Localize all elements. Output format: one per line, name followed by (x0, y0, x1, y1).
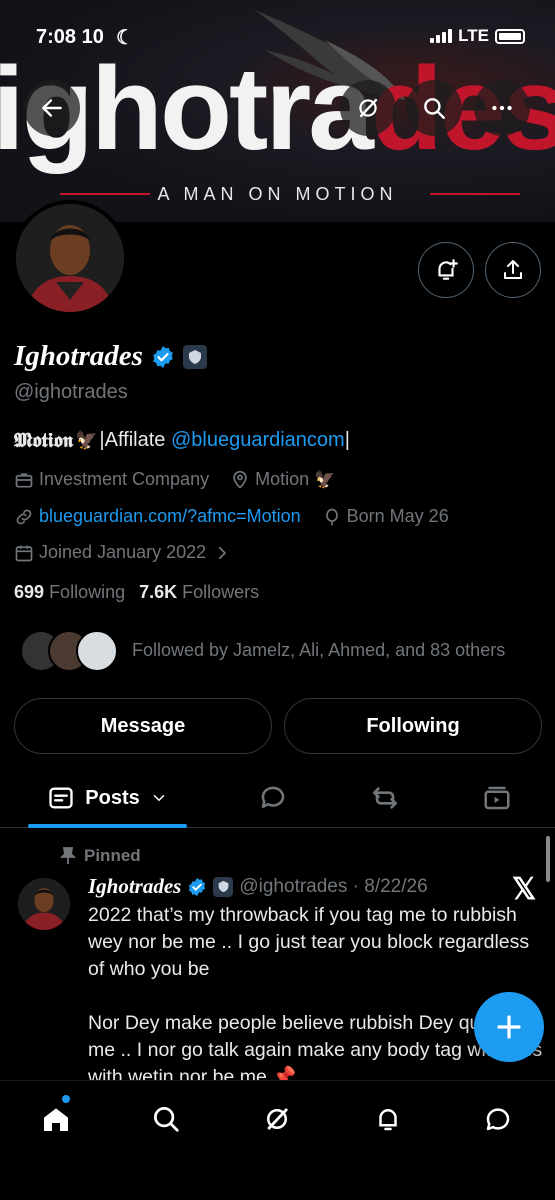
bell-icon (379, 1109, 397, 1131)
arrow-left-icon (42, 99, 62, 117)
status-indicators: LTE (430, 26, 525, 46)
briefcase-icon (15, 472, 33, 487)
home-icon (44, 1108, 68, 1131)
followers-count-link[interactable]: 7.6K Followers (139, 582, 259, 603)
profile-name: Ighotrades (14, 340, 207, 373)
pin-icon (60, 847, 76, 864)
nav-search[interactable] (146, 1099, 186, 1139)
profile-avatar[interactable] (12, 200, 128, 316)
profile-tabs: Posts (0, 770, 555, 828)
tab-replies[interactable] (248, 770, 298, 826)
grok-icon (267, 1108, 289, 1130)
post-author-name[interactable]: Ighotrades (88, 874, 181, 899)
balloon-icon (325, 508, 338, 525)
grok-button[interactable] (340, 80, 396, 136)
pinned-label: Pinned (60, 846, 141, 866)
bio-tail: | (344, 428, 350, 451)
nav-home[interactable] (36, 1099, 76, 1139)
active-tab-indicator (28, 824, 187, 828)
more-icon (492, 105, 512, 111)
media-icon (484, 786, 510, 810)
status-time: 7:08 10 (36, 26, 104, 48)
follow-counts: 699 Following 7.6K Followers (14, 582, 259, 603)
post-header: Ighotrades @ighotrades · 8/22/26 (88, 874, 428, 899)
chevron-down-icon (153, 795, 164, 802)
following-count-link[interactable]: 699 Following (14, 582, 125, 603)
meta-row-1: Investment Company Motion 🦅 (14, 469, 335, 490)
share-button[interactable] (485, 242, 541, 298)
bio-text: |Affilate (99, 428, 171, 451)
signal-icon (430, 29, 453, 43)
profile-location: Motion (255, 469, 310, 489)
location-icon (233, 470, 247, 489)
verified-badge-icon (189, 877, 206, 896)
followed-by-avatars[interactable] (20, 630, 118, 672)
more-button[interactable] (474, 80, 530, 136)
share-icon (504, 260, 522, 279)
tab-reposts[interactable] (360, 770, 410, 826)
compose-button[interactable] (474, 992, 544, 1062)
repost-icon (373, 787, 397, 809)
link-icon (16, 509, 32, 524)
grok-icon (359, 98, 378, 118)
profile-name-text: Ighotrades (14, 340, 143, 372)
profile-joined: Joined January 2022 (39, 542, 207, 562)
meta-row-2: blueguardian.com/?afmc=Motion Born May 2… (14, 506, 449, 527)
bottom-navigation (0, 1080, 555, 1200)
affiliate-badge-icon[interactable] (182, 344, 207, 369)
home-notification-dot (62, 1095, 70, 1103)
plus-icon (497, 1015, 521, 1039)
nav-messages[interactable] (478, 1099, 518, 1139)
profile-birthday: Born May 26 (346, 506, 449, 526)
scrollbar[interactable] (546, 836, 550, 882)
post-body[interactable]: 2022 that’s my throwback if you tag me t… (88, 902, 548, 1082)
search-icon (154, 1107, 179, 1132)
chevron-right-icon (219, 546, 227, 559)
pinned-text: Pinned (84, 846, 141, 865)
nav-notifications[interactable] (368, 1099, 408, 1139)
verified-badge-icon[interactable] (151, 345, 175, 369)
bell-plus-icon (438, 259, 458, 280)
tab-posts-label: Posts (85, 786, 140, 809)
battery-icon (495, 28, 525, 44)
moon-icon: ☾ (116, 27, 134, 49)
avatar-photo (16, 204, 124, 312)
calendar-icon (15, 545, 33, 561)
search-button[interactable] (406, 80, 462, 136)
reply-icon (261, 786, 285, 808)
profile-category: Investment Company (39, 469, 210, 489)
search-icon (424, 98, 445, 119)
profile-bio: 𝕸𝖔𝖙𝖎𝖔𝖓 🦅 |Affilate @blueguardiancom | (14, 428, 350, 452)
following-button[interactable]: Following (284, 698, 542, 754)
bio-mention-link[interactable]: @blueguardiancom (171, 429, 345, 452)
meta-row-3[interactable]: Joined January 2022 (14, 542, 231, 563)
followed-by-text[interactable]: Followed by Jamelz, Ali, Ahmed, and 83 o… (132, 640, 505, 661)
back-button[interactable] (24, 80, 80, 136)
tab-media[interactable] (472, 770, 522, 826)
bio-styled-text: 𝕸𝖔𝖙𝖎𝖔𝖓 (14, 428, 73, 452)
status-bar: 7:08 10 ☾ LTE (0, 22, 555, 52)
eagle-emoji: 🦅 (314, 469, 336, 489)
eagle-emoji: 🦅 (75, 429, 98, 450)
follower-avatar (76, 630, 118, 672)
affiliate-badge-icon (213, 876, 234, 897)
notify-button[interactable] (418, 242, 474, 298)
network-label: LTE (458, 26, 489, 45)
post-handle-date: @ighotrades · 8/22/26 (239, 875, 428, 897)
chat-icon (486, 1108, 510, 1131)
posts-icon (49, 787, 73, 809)
profile-website-link[interactable]: blueguardian.com/?afmc=Motion (39, 506, 301, 527)
avatar-photo (18, 878, 70, 930)
banner-wordmark: ighotrades (0, 43, 555, 175)
post-author-avatar[interactable] (18, 878, 70, 930)
profile-handle: @ighotrades (14, 381, 128, 403)
nav-grok[interactable] (257, 1099, 297, 1139)
post-paragraph: 2022 that’s my throwback if you tag me t… (88, 904, 530, 980)
message-button[interactable]: Message (14, 698, 272, 754)
tab-posts[interactable]: Posts (28, 770, 187, 826)
